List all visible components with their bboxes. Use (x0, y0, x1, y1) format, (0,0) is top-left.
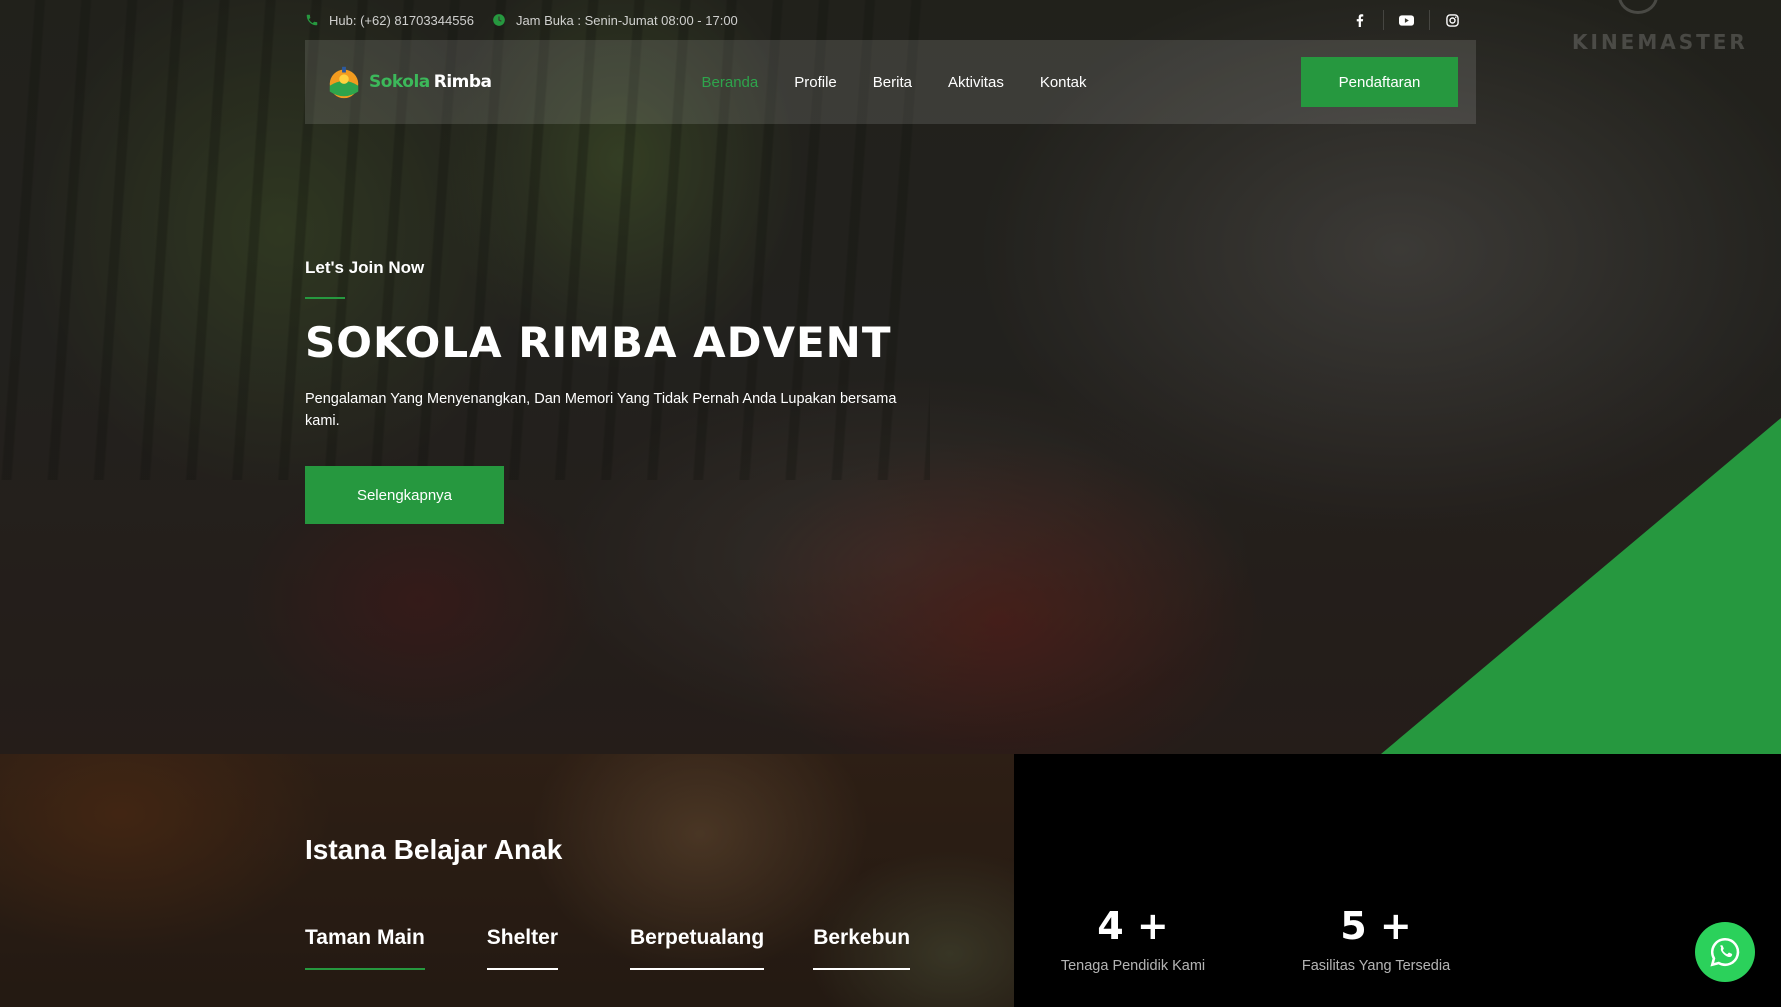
hero-subtitle-underline (305, 297, 345, 299)
section-tabs: Taman Main Shelter Berpetualang Berkebun (305, 926, 972, 970)
sokola-rimba-logo-icon (329, 66, 359, 99)
whatsapp-button[interactable] (1695, 922, 1755, 982)
istana-belajar-section: Istana Belajar Anak Taman Main Shelter B… (0, 754, 1014, 1007)
brand-name: Sokola Rimba (369, 72, 492, 92)
tab-label: Berpetualang (630, 926, 765, 970)
nav-item-aktivitas[interactable]: Aktivitas (948, 74, 1004, 91)
nav-item-kontak[interactable]: Kontak (1040, 74, 1087, 91)
tab-shelter[interactable]: Shelter (486, 926, 558, 970)
section-title: Istana Belajar Anak (305, 834, 563, 865)
nav-item-profile[interactable]: Profile (794, 74, 837, 91)
tab-label: Berkebun (813, 926, 911, 970)
nav-item-berita[interactable]: Berita (873, 74, 912, 91)
selengkapnya-button[interactable]: Selengkapnya (305, 466, 504, 524)
stat-label: Fasilitas Yang Tersedia (1301, 958, 1451, 974)
brand-name-white: Rimba (433, 72, 492, 92)
tab-berpetualang[interactable]: Berpetualang (630, 926, 765, 970)
main-navbar: Sokola Rimba Beranda Profile Berita Aktiv… (305, 40, 1476, 124)
youtube-icon[interactable] (1383, 10, 1429, 30)
social-links (1337, 10, 1475, 30)
stats-panel: 4 + Tenaga Pendidik Kami 5 + Fasilitas Y… (1014, 754, 1781, 1007)
tab-berkebun[interactable]: Berkebun (813, 926, 911, 970)
hero-subtitle: Let's Join Now (305, 258, 425, 277)
phone-text: Hub: (+62) 81703344556 (329, 12, 474, 28)
nav-item-beranda[interactable]: Beranda (702, 74, 759, 91)
tab-label: Taman Main (305, 926, 425, 970)
hero-green-triangle (1381, 418, 1781, 754)
whatsapp-icon (1710, 937, 1740, 967)
pendaftaran-button[interactable]: Pendaftaran (1301, 57, 1458, 107)
hours-text: Jam Buka : Senin-Jumat 08:00 - 17:00 (515, 12, 738, 28)
stat-label: Tenaga Pendidik Kami (1060, 958, 1206, 974)
nav-menu: Beranda Profile Berita Aktivitas Kontak (702, 74, 1123, 91)
site-logo[interactable]: Sokola Rimba (325, 63, 492, 101)
stat-number: 5 + (1340, 904, 1412, 948)
stat-item: 4 + Tenaga Pendidik Kami (1043, 904, 1223, 974)
kinemaster-watermark: KINEMASTER (1572, 30, 1748, 54)
phone-info: Hub: (+62) 81703344556 (305, 13, 474, 28)
stat-item: 5 + Fasilitas Yang Tersedia (1286, 904, 1466, 974)
hours-info: Jam Buka : Senin-Jumat 08:00 - 17:00 (492, 13, 738, 28)
tab-taman-main[interactable]: Taman Main (305, 926, 425, 970)
clock-icon (493, 14, 505, 26)
tab-label: Shelter (486, 926, 558, 970)
instagram-icon[interactable] (1429, 10, 1475, 30)
brand-name-green: Sokola (369, 72, 430, 92)
hero-description: Pengalaman Yang Menyenangkan, Dan Memori… (305, 391, 897, 429)
hero-title: SOKOLA RIMBA ADVENT (305, 318, 892, 367)
phone-icon (306, 14, 318, 26)
stat-number: 4 + (1097, 904, 1169, 948)
topbar: Hub: (+62) 81703344556 Jam Buka : Senin-… (305, 0, 1475, 40)
facebook-icon[interactable] (1337, 10, 1383, 30)
